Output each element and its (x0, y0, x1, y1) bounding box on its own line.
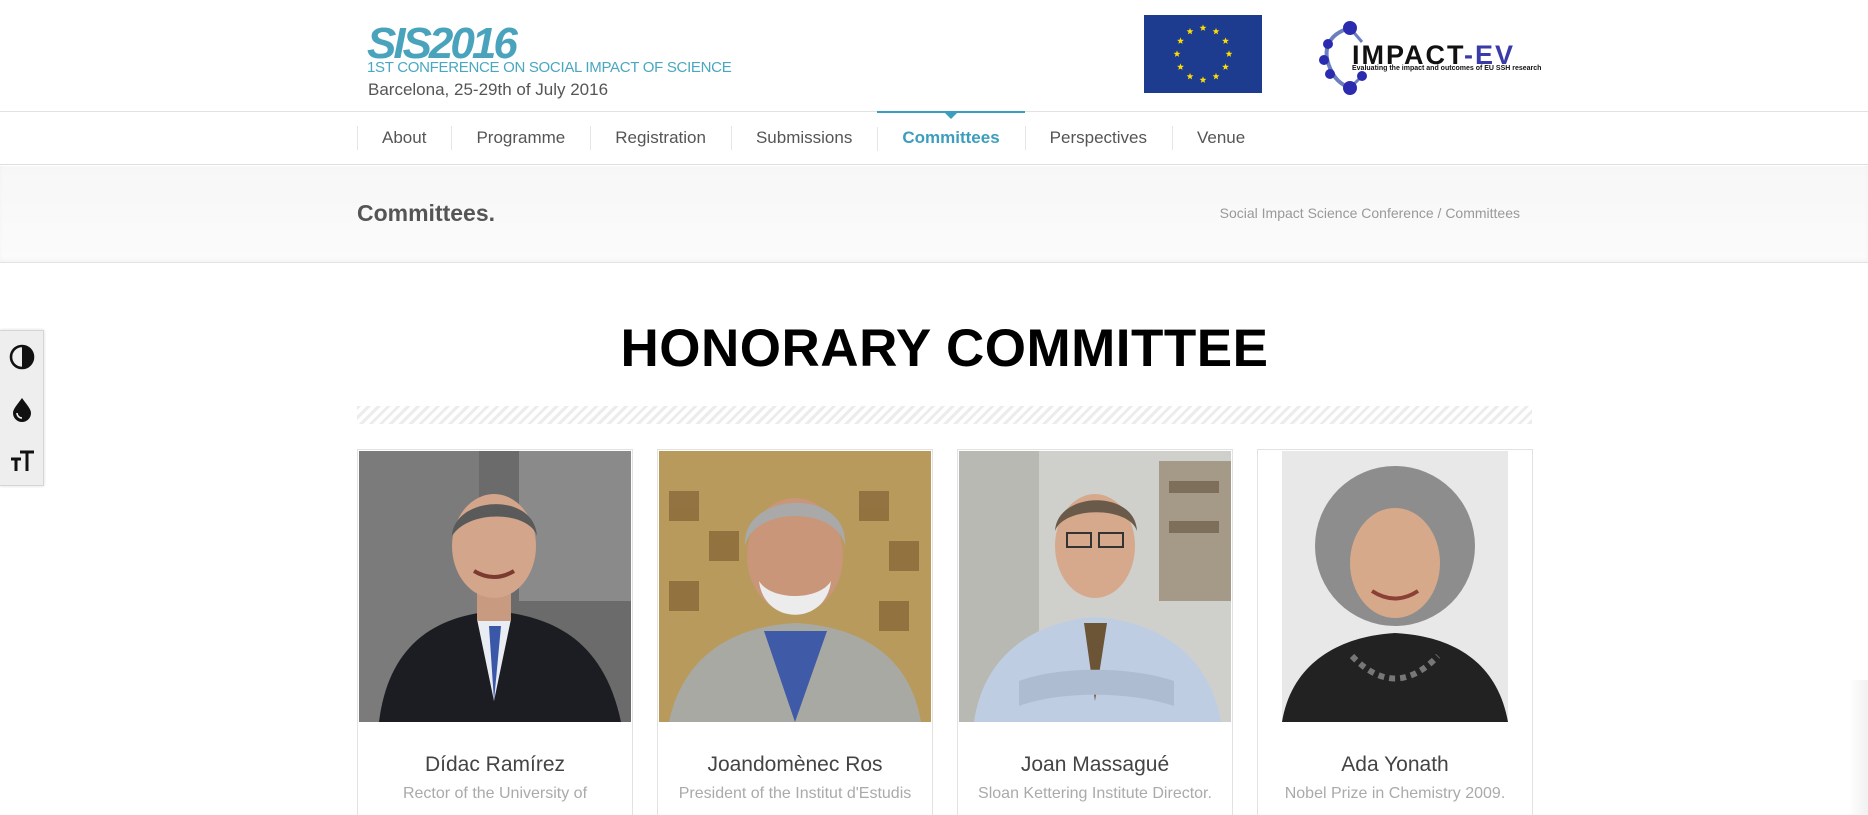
member-photo (959, 451, 1231, 722)
member-photo (359, 451, 631, 722)
nav-item-programme[interactable]: Programme (451, 112, 590, 164)
nav-item-perspectives[interactable]: Perspectives (1024, 112, 1172, 164)
member-photo (1282, 451, 1508, 722)
logo-dates: Barcelona, 25-29th of July 2016 (368, 80, 609, 99)
section-divider (357, 406, 1532, 424)
page-title: Committees. (357, 200, 496, 226)
breadcrumb-current: Committees (1445, 205, 1520, 221)
breadcrumb-home-link[interactable]: Social Impact Science Conference (1220, 205, 1434, 221)
member-role: Rector of the University of (402, 785, 588, 802)
breadcrumb: Social Impact Science Conference / Commi… (1220, 205, 1520, 221)
member-name: Joandomènec Ros (707, 753, 883, 776)
nav-item-submissions[interactable]: Submissions (730, 112, 877, 164)
member-name: Ada Yonath (1341, 753, 1449, 776)
page-edge-shadow (1848, 680, 1868, 815)
site-header: SIS2016 1ST CONFERENCE ON SOCIAL IMPACT … (0, 0, 1868, 112)
member-role: Sloan Kettering Institute Director. (978, 785, 1212, 802)
main-nav: About Programme Registration Submissions… (0, 111, 1868, 165)
member-name: Dídac Ramírez (424, 753, 566, 776)
member-role: Nobel Prize in Chemistry 2009. (1284, 785, 1506, 802)
eu-flag-logo (1144, 15, 1262, 93)
page-title-bar: Committees. Social Impact Science Confer… (0, 166, 1868, 263)
nav-item-about[interactable]: About (357, 112, 451, 164)
conference-logo[interactable]: SIS2016 1ST CONFERENCE ON SOCIAL IMPACT … (367, 22, 732, 102)
nav-list: About Programme Registration Submissions… (357, 111, 1270, 164)
logo-subtitle: 1ST CONFERENCE ON SOCIAL IMPACT OF SCIEN… (367, 59, 732, 76)
nav-item-registration[interactable]: Registration (590, 112, 731, 164)
text-size-icon (11, 450, 34, 471)
member-name: Joan Massagué (1020, 753, 1170, 776)
accessibility-toolbar (0, 330, 44, 486)
nav-item-venue[interactable]: Venue (1171, 112, 1270, 164)
member-card[interactable]: Ada Yonath Nobel Prize in Chemistry 2009… (1257, 449, 1533, 815)
member-photo (659, 451, 931, 722)
impact-ev-logo[interactable]: IMPACT-EV Evaluating the impact and outc… (1318, 20, 1541, 96)
droplet-icon (13, 398, 31, 422)
section-heading: HONORARY COMMITTEE (620, 319, 1269, 378)
eu-flag-stars (1144, 15, 1262, 93)
high-contrast-button[interactable] (0, 331, 44, 383)
grayscale-button[interactable] (0, 383, 44, 435)
member-card[interactable]: Dídac Ramírez Rector of the University o… (357, 449, 633, 815)
member-card[interactable]: Joandomènec Ros President of the Institu… (657, 449, 933, 815)
member-role: President of the Institut d'Estudis (678, 785, 912, 802)
contrast-icon (9, 344, 35, 370)
breadcrumb-separator: / (1433, 205, 1446, 221)
text-size-button[interactable] (0, 435, 44, 487)
impact-tagline: Evaluating the impact and outcomes of EU… (1352, 65, 1542, 72)
nav-item-committees[interactable]: Committees (877, 111, 1025, 163)
member-card[interactable]: Joan Massagué Sloan Kettering Institute … (957, 449, 1233, 815)
